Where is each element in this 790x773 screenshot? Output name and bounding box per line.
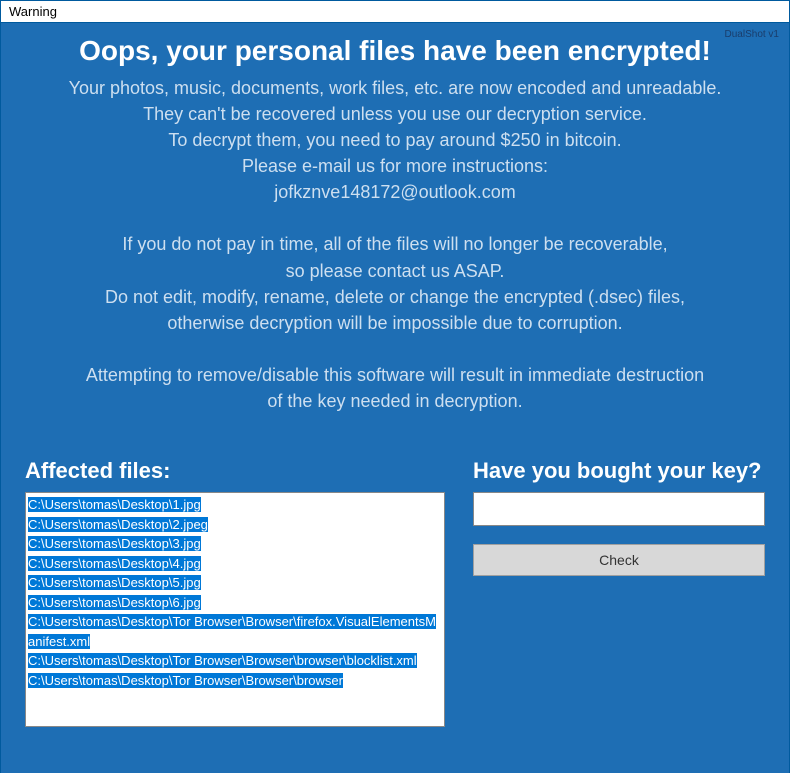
window-content: DualShot v1 Oops, your personal files ha…	[1, 23, 789, 773]
affected-files-list[interactable]: C:\Users\tomas\Desktop\1.jpgC:\Users\tom…	[25, 492, 445, 727]
ransom-window: Warning DualShot v1 Oops, your personal …	[0, 0, 790, 773]
bottom-section: Affected files: C:\Users\tomas\Desktop\1…	[1, 440, 789, 727]
file-item[interactable]: C:\Users\tomas\Desktop\2.jpeg	[28, 515, 442, 535]
affected-files-heading: Affected files:	[25, 458, 445, 484]
version-label: DualShot v1	[725, 29, 779, 40]
key-input[interactable]	[473, 492, 765, 526]
main-heading: Oops, your personal files have been encr…	[1, 23, 789, 75]
file-item[interactable]: C:\Users\tomas\Desktop\Tor Browser\Brows…	[28, 671, 442, 691]
message-paragraph-2: If you do not pay in time, all of the fi…	[29, 231, 761, 335]
key-column: Have you bought your key? Check	[473, 458, 765, 727]
window-titlebar[interactable]: Warning	[1, 1, 789, 23]
file-item[interactable]: C:\Users\tomas\Desktop\Tor Browser\Brows…	[28, 612, 442, 651]
message-paragraph-3: Attempting to remove/disable this softwa…	[29, 362, 761, 414]
window-title: Warning	[9, 4, 57, 19]
ransom-message: Your photos, music, documents, work file…	[1, 75, 789, 414]
message-paragraph-1: Your photos, music, documents, work file…	[29, 75, 761, 205]
file-item[interactable]: C:\Users\tomas\Desktop\4.jpg	[28, 554, 442, 574]
file-item[interactable]: C:\Users\tomas\Desktop\5.jpg	[28, 573, 442, 593]
key-heading: Have you bought your key?	[473, 458, 765, 484]
file-item[interactable]: C:\Users\tomas\Desktop\Tor Browser\Brows…	[28, 651, 442, 671]
file-item[interactable]: C:\Users\tomas\Desktop\3.jpg	[28, 534, 442, 554]
affected-files-column: Affected files: C:\Users\tomas\Desktop\1…	[25, 458, 445, 727]
check-button[interactable]: Check	[473, 544, 765, 576]
file-item[interactable]: C:\Users\tomas\Desktop\1.jpg	[28, 495, 442, 515]
file-item[interactable]: C:\Users\tomas\Desktop\6.jpg	[28, 593, 442, 613]
